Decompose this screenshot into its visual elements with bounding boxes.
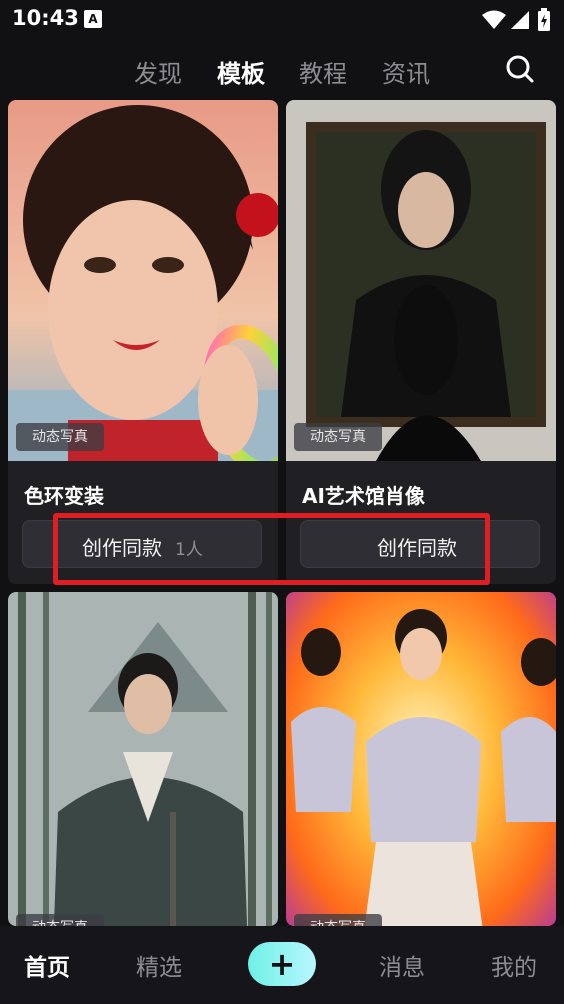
nav-featured[interactable]: 精选 [136,948,182,982]
dynamic-portrait-badge: 动态写真 [294,914,382,926]
create-same-button[interactable]: 创作同款 1人 [22,520,262,568]
nav-home[interactable]: 首页 [24,948,70,982]
create-same-label: 创作同款 [82,536,162,560]
create-same-button[interactable]: 创作同款 [300,520,540,568]
tab-tutorials[interactable]: 教程 [299,54,347,89]
user-count: 1人 [175,540,203,560]
signal-icon [511,11,529,29]
template-card[interactable]: 动态写真 [8,592,278,926]
status-time: 10:43 [12,6,79,30]
template-thumbnail[interactable] [286,100,556,461]
nav-messages[interactable]: 消息 [379,948,425,982]
card-title: AI艺术馆肖像 [302,484,425,508]
template-card[interactable]: 动态写真 AI艺术馆肖像 创作同款 [286,100,556,584]
tab-templates[interactable]: 模板 [217,54,265,89]
app-notification-icon: A [84,10,102,28]
dynamic-portrait-badge: 动态写真 [294,423,382,451]
template-card[interactable]: 动态写真 [286,592,556,926]
template-card[interactable]: 动态写真 色环变装 创作同款 1人 [8,100,278,584]
top-tabs: 发现 模板 教程 资讯 [0,48,564,92]
tab-discover[interactable]: 发现 [134,54,182,89]
plus-icon: + [268,945,296,983]
dynamic-portrait-badge: 动态写真 [16,423,104,451]
wifi-icon [482,10,506,29]
status-bar: 10:43 A [0,0,564,40]
template-thumbnail[interactable] [8,100,278,461]
tab-news[interactable]: 资讯 [382,54,430,89]
bottom-nav: 首页 精选 + 消息 我的 [0,926,564,1004]
nav-me[interactable]: 我的 [491,948,537,982]
create-same-label: 创作同款 [377,536,457,560]
search-icon[interactable] [505,54,535,84]
dynamic-portrait-badge: 动态写真 [16,914,104,926]
card-title: 色环变装 [24,484,104,508]
battery-icon [538,8,550,31]
template-thumbnail[interactable] [8,592,278,926]
template-thumbnail[interactable] [286,592,556,926]
create-plus-button[interactable]: + [248,942,316,986]
